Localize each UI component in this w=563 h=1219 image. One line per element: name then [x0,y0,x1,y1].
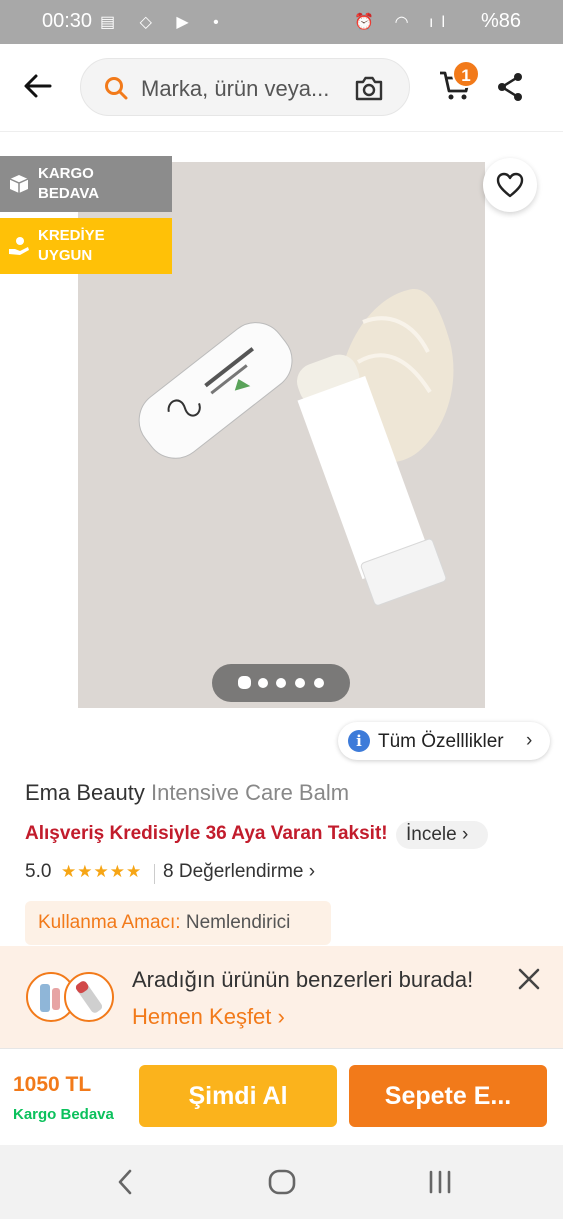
cart-count-badge: 1 [452,60,480,88]
system-icons: ⏰ ◠ ıl [354,14,453,31]
incele-button[interactable]: İncele › [396,821,488,849]
all-features-button[interactable]: i Tüm Özelllikler › [338,722,550,760]
heart-icon [496,172,524,198]
reviews-count: 8 Değerlendirme [163,861,304,882]
page-dot[interactable] [258,678,268,688]
system-nav-bar [0,1145,563,1219]
add-to-cart-button[interactable]: Sepete E... [349,1065,547,1127]
badge-bedava-label: BEDAVA [38,185,100,202]
buy-now-button[interactable]: Şimdi Al [139,1065,337,1127]
camera-icon[interactable] [353,73,385,103]
search-placeholder: Marka, ürün veya... [141,76,330,101]
credit-badge: KREDİYE UYGUN [0,218,172,274]
product-name: Intensive Care Balm [150,780,350,805]
all-features-label: Tüm Özelllikler [378,731,504,752]
page-dot-active[interactable] [238,676,251,689]
product-title: Ema Beauty Intensive Care Balm [25,780,349,806]
similar-product-thumb [64,972,114,1022]
price: 1050 TL [13,1073,92,1096]
explore-now-link[interactable]: Hemen Keşfet › [132,1004,285,1030]
notification-icons: ▤ ◇ ▶ • [100,14,229,31]
divider [154,864,155,884]
badge-kargo-label: KARGO [38,165,94,182]
nav-home-icon[interactable] [268,1169,296,1195]
usage-purpose-tag: Kullanma Amacı: Nemlendirici [25,901,331,945]
chevron-right-icon: › [526,730,533,751]
rating-stars: ★★★★★ [61,862,143,881]
top-nav: Marka, ürün veya... 1 [0,44,563,132]
image-pagination [212,664,350,702]
usage-label: Kullanma Amacı: [38,912,181,933]
battery-level: %86 [480,10,521,32]
rating-score: 5.0 [25,861,52,882]
badge-krediye-label: KREDİYE [38,227,105,244]
credit-installment-text: Alışveriş Kredisiyle 36 Aya Varan Taksit… [25,823,388,844]
info-icon: i [348,730,370,752]
nav-back-icon[interactable] [114,1168,136,1196]
chevron-right-icon: › [461,824,469,845]
page-dot[interactable] [276,678,286,688]
brand-name[interactable]: Ema Beauty [25,780,145,805]
nav-recents-icon[interactable] [427,1170,453,1194]
back-arrow-icon[interactable] [18,66,58,106]
free-shipping-badge: KARGO BEDAVA [0,156,172,212]
status-bar: 00:30 ▤ ◇ ▶ • ⏰ ◠ ıl %86 [0,0,563,44]
incele-label: İncele [406,824,457,845]
similar-title: Aradığın ürünün benzerleri burada! [132,967,474,992]
badge-uygun-label: UYGUN [38,247,93,264]
search-icon [105,77,128,100]
close-icon[interactable] [516,966,542,992]
chevron-right-icon: › [277,1004,285,1029]
chevron-right-icon: › [308,861,316,882]
share-icon[interactable] [496,72,524,102]
page-dot[interactable] [314,678,324,688]
favorite-button[interactable] [483,158,537,212]
box-icon [9,175,29,193]
explore-now-label: Hemen Keşfet [132,1004,272,1029]
hand-coin-icon [9,237,29,255]
status-time: 00:30 [42,10,93,32]
free-shipping-label: Kargo Bedava [13,1106,114,1123]
search-bar[interactable]: Marka, ürün veya... [80,58,410,116]
page-dot[interactable] [295,678,305,688]
usage-value: Nemlendirici [185,912,291,933]
reviews-link[interactable]: 8 Değerlendirme › [163,861,315,883]
